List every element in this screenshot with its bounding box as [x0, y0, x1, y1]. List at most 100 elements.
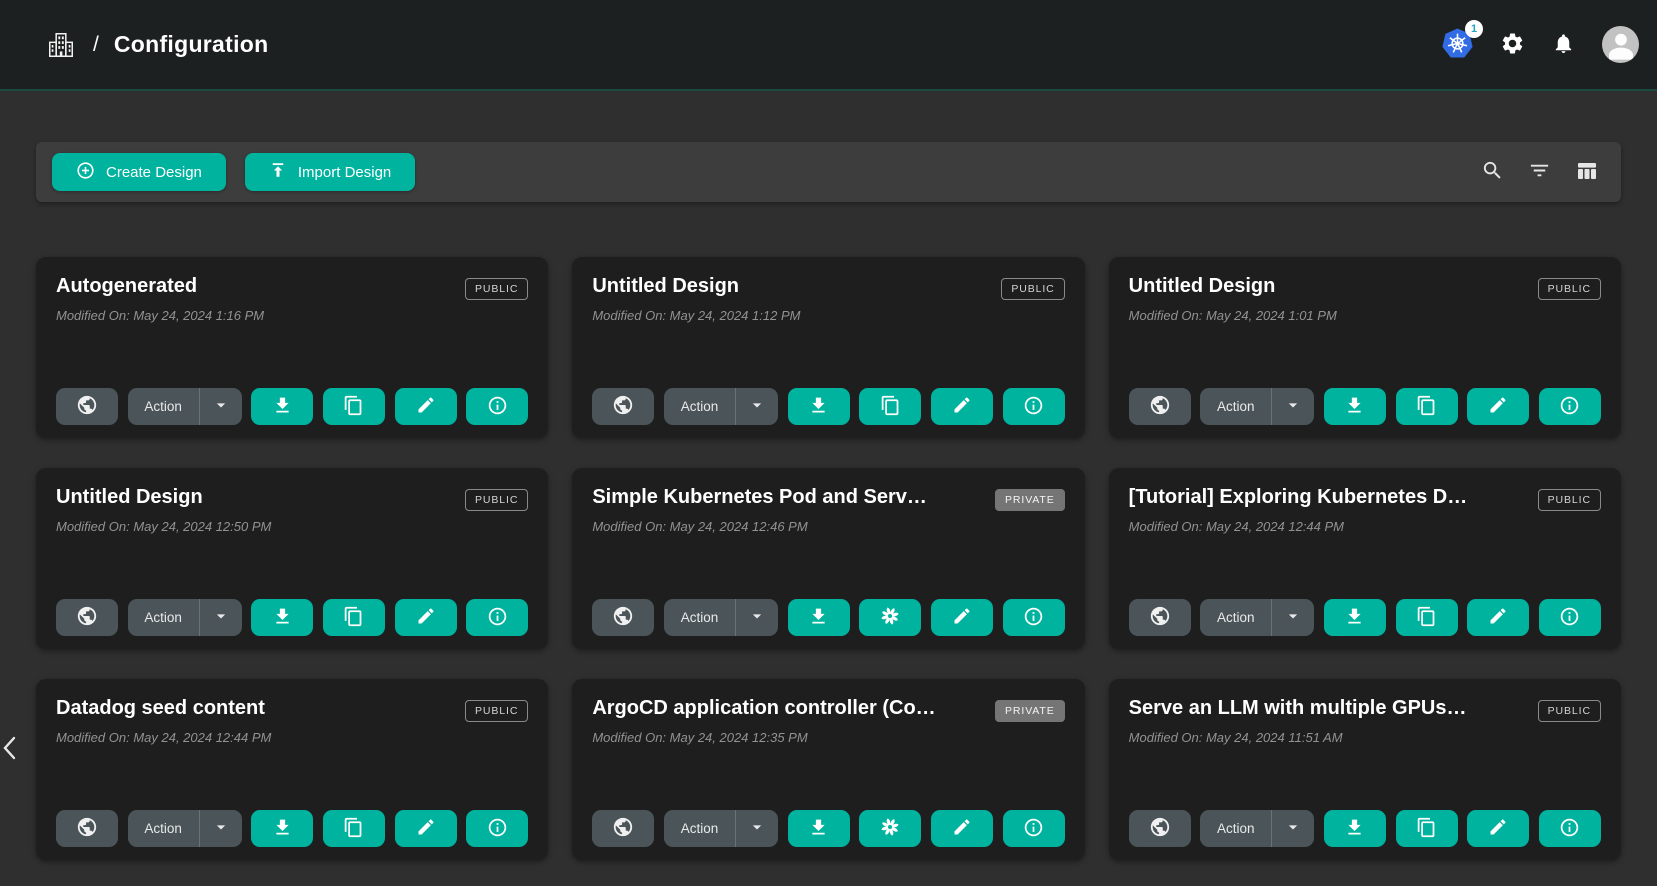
user-avatar[interactable] — [1602, 26, 1639, 63]
kanvas-swirl-icon — [878, 604, 902, 631]
edit-button[interactable] — [931, 388, 993, 425]
action-dropdown-caret[interactable] — [200, 388, 242, 425]
info-button[interactable] — [1003, 599, 1065, 636]
action-button[interactable]: Action — [664, 810, 736, 847]
breadcrumb-separator: / — [93, 33, 99, 57]
edit-button[interactable] — [931, 599, 993, 636]
action-button[interactable]: Action — [128, 388, 200, 425]
download-button[interactable] — [251, 388, 313, 425]
table-view-button[interactable] — [1575, 159, 1599, 186]
filter-button[interactable] — [1528, 159, 1551, 185]
info-icon — [1023, 606, 1044, 630]
download-button[interactable] — [1324, 810, 1386, 847]
clone-button[interactable] — [859, 388, 921, 425]
action-button[interactable]: Action — [1200, 599, 1272, 636]
publish-globe-button[interactable] — [592, 599, 654, 636]
info-button[interactable] — [1539, 599, 1601, 636]
edit-button[interactable] — [1467, 599, 1529, 636]
search-button[interactable] — [1481, 159, 1504, 185]
action-dropdown-caret[interactable] — [736, 599, 778, 636]
modified-on-label: Modified On: May 24, 2024 1:01 PM — [1129, 308, 1601, 323]
publish-globe-button[interactable] — [592, 810, 654, 847]
table-view-icon — [1575, 159, 1599, 186]
card-header: Untitled Design PUBLIC — [1129, 275, 1601, 300]
action-dropdown-caret[interactable] — [1272, 388, 1314, 425]
download-button[interactable] — [788, 599, 850, 636]
drawer-collapse-button[interactable] — [0, 733, 20, 766]
clone-button[interactable] — [1396, 599, 1458, 636]
clone-button[interactable] — [323, 599, 385, 636]
download-button[interactable] — [251, 599, 313, 636]
publish-globe-button[interactable] — [1129, 388, 1191, 425]
notifications-bell-button[interactable] — [1552, 32, 1575, 58]
publish-globe-button[interactable] — [1129, 810, 1191, 847]
publish-globe-button[interactable] — [56, 599, 118, 636]
design-card: Autogenerated PUBLIC Modified On: May 24… — [36, 257, 548, 438]
clone-button[interactable] — [323, 388, 385, 425]
info-button[interactable] — [1539, 810, 1601, 847]
publish-globe-button[interactable] — [1129, 599, 1191, 636]
action-dropdown-caret[interactable] — [200, 810, 242, 847]
download-button[interactable] — [251, 810, 313, 847]
info-button[interactable] — [466, 810, 528, 847]
edit-button[interactable] — [395, 810, 457, 847]
clone-button[interactable] — [323, 810, 385, 847]
caret-down-icon — [1283, 817, 1303, 840]
download-button[interactable] — [1324, 599, 1386, 636]
action-dropdown-caret[interactable] — [736, 388, 778, 425]
edit-button[interactable] — [395, 388, 457, 425]
info-button[interactable] — [1003, 388, 1065, 425]
clone-button[interactable] — [1396, 388, 1458, 425]
download-icon — [272, 817, 293, 841]
clone-button[interactable] — [859, 599, 921, 636]
visibility-badge: PRIVATE — [995, 700, 1065, 722]
action-button[interactable]: Action — [1200, 388, 1272, 425]
info-button[interactable] — [1539, 388, 1601, 425]
download-button[interactable] — [1324, 388, 1386, 425]
import-upload-icon — [269, 161, 287, 183]
designs-toolbar: Create Design Import Design — [36, 142, 1621, 202]
design-card: Untitled Design PUBLIC Modified On: May … — [36, 468, 548, 649]
create-design-button[interactable]: Create Design — [52, 153, 226, 191]
settings-gear-button[interactable] — [1500, 31, 1525, 59]
action-dropdown-caret[interactable] — [736, 810, 778, 847]
action-button[interactable]: Action — [1200, 810, 1272, 847]
visibility-badge: PUBLIC — [1538, 489, 1601, 511]
edit-pencil-icon — [416, 395, 436, 418]
building-icon[interactable] — [46, 30, 76, 60]
clone-button[interactable] — [1396, 810, 1458, 847]
edit-button[interactable] — [1467, 810, 1529, 847]
import-design-button[interactable]: Import Design — [245, 153, 415, 191]
publish-globe-button[interactable] — [56, 810, 118, 847]
edit-button[interactable] — [395, 599, 457, 636]
action-button[interactable]: Action — [128, 599, 200, 636]
edit-button[interactable] — [1467, 388, 1529, 425]
context-count-badge: 1 — [1465, 20, 1483, 38]
info-icon — [1559, 817, 1580, 841]
action-dropdown-caret[interactable] — [1272, 599, 1314, 636]
info-button[interactable] — [466, 599, 528, 636]
action-button[interactable]: Action — [664, 599, 736, 636]
modified-on-label: Modified On: May 24, 2024 12:35 PM — [592, 730, 1064, 745]
info-button[interactable] — [466, 388, 528, 425]
designs-grid: Autogenerated PUBLIC Modified On: May 24… — [36, 257, 1621, 860]
kubernetes-context-button[interactable]: 1 — [1442, 28, 1473, 62]
info-button[interactable] — [1003, 810, 1065, 847]
visibility-badge: PRIVATE — [995, 489, 1065, 511]
action-dropdown-caret[interactable] — [200, 599, 242, 636]
download-button[interactable] — [788, 388, 850, 425]
edit-button[interactable] — [931, 810, 993, 847]
action-dropdown-caret[interactable] — [1272, 810, 1314, 847]
modified-on-label: Modified On: May 24, 2024 12:44 PM — [56, 730, 528, 745]
action-button[interactable]: Action — [128, 810, 200, 847]
card-header: Serve an LLM with multiple GPUs… PUBLIC — [1129, 697, 1601, 722]
caret-down-icon — [1283, 395, 1303, 418]
action-button[interactable]: Action — [664, 388, 736, 425]
publish-globe-button[interactable] — [592, 388, 654, 425]
import-design-label: Import Design — [298, 164, 391, 181]
clone-button[interactable] — [859, 810, 921, 847]
download-button[interactable] — [788, 810, 850, 847]
publish-globe-button[interactable] — [56, 388, 118, 425]
action-split-button: Action — [664, 388, 778, 425]
modified-on-label: Modified On: May 24, 2024 12:50 PM — [56, 519, 528, 534]
